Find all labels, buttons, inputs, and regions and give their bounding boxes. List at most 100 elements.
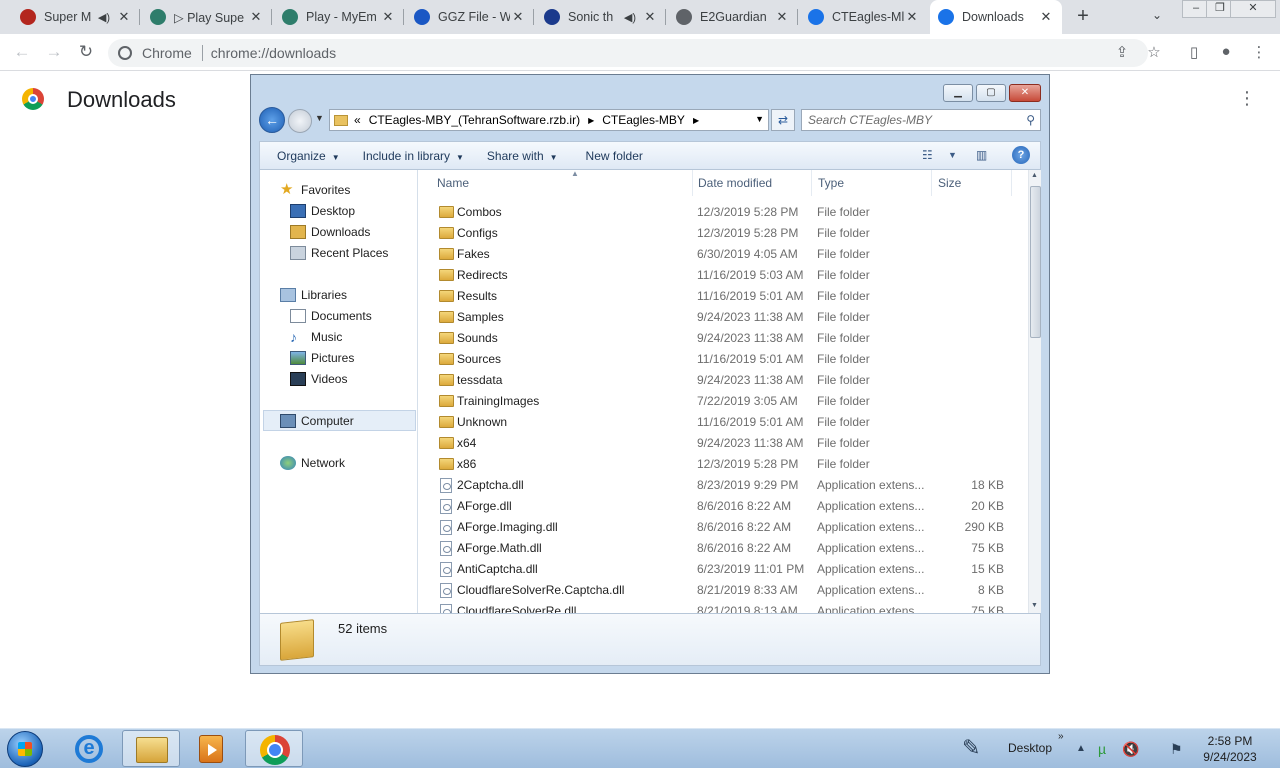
- tab-search-chevron-icon[interactable]: ⌄: [1152, 8, 1162, 22]
- tab-close-icon[interactable]: ✕: [1038, 9, 1054, 25]
- browser-tab[interactable]: Downloads ✕: [930, 0, 1062, 34]
- explorer-titlebar[interactable]: ▁ ▢ ✕: [251, 75, 1049, 105]
- file-row[interactable]: AForge.dll 8/6/2016 8:22 AM Application ex…: [419, 496, 1028, 517]
- file-row[interactable]: Fakes 6/30/2019 4:05 AM File folder: [419, 244, 1028, 265]
- file-row[interactable]: Sounds 9/24/2023 11:38 AM File folder: [419, 328, 1028, 349]
- profile-avatar-icon[interactable]: ●: [1216, 43, 1236, 60]
- nav-favorites[interactable]: ★ Favorites: [280, 180, 350, 200]
- file-row[interactable]: AntiCaptcha.dll 6/23/2019 11:01 PM Applica…: [419, 559, 1028, 580]
- toolbar-expand-icon[interactable]: »: [1058, 731, 1064, 742]
- scroll-up-arrow-icon[interactable]: ▲: [1031, 172, 1038, 179]
- tab-audio-icon[interactable]: ◀): [98, 11, 110, 24]
- system-clock[interactable]: 2:58 PM 9/24/2023: [1190, 733, 1270, 765]
- search-icon[interactable]: ⚲: [1026, 113, 1035, 127]
- desktop-toolbar-label[interactable]: Desktop: [1008, 741, 1052, 755]
- history-dropdown-icon[interactable]: ▼: [315, 113, 324, 123]
- taskbar-internet-explorer[interactable]: e: [60, 730, 118, 767]
- file-row[interactable]: 2Captcha.dll 8/23/2019 9:29 PM Application…: [419, 475, 1028, 496]
- share-with-button[interactable]: Share with ▼: [487, 149, 558, 163]
- file-row[interactable]: Samples 9/24/2023 11:38 AM File folder: [419, 307, 1028, 328]
- browser-tab[interactable]: E2Guardian ✕: [668, 0, 798, 34]
- explorer-close-button[interactable]: ✕: [1009, 84, 1041, 102]
- address-bar[interactable]: Chrome chrome://downloads: [108, 39, 1148, 67]
- site-info-chip[interactable]: Chrome: [108, 45, 202, 61]
- reload-icon[interactable]: ↻: [74, 41, 98, 65]
- file-row[interactable]: TrainingImages 7/22/2019 3:05 AM File fold…: [419, 391, 1028, 412]
- back-arrow-icon[interactable]: ←: [10, 41, 34, 65]
- taskbar-chrome[interactable]: [245, 730, 303, 767]
- browser-tab[interactable]: Play - MyEm ✕: [274, 0, 404, 34]
- bookmark-star-icon[interactable]: ☆: [1144, 43, 1164, 61]
- file-row[interactable]: AForge.Math.dll 8/6/2016 8:22 AM Applicati…: [419, 538, 1028, 559]
- file-row[interactable]: x86 12/3/2019 5:28 PM File folder: [419, 454, 1028, 475]
- nav-documents[interactable]: Documents: [290, 306, 372, 326]
- browser-tab[interactable]: Super M ◀) ✕: [12, 0, 140, 34]
- tab-close-icon[interactable]: ✕: [510, 9, 526, 25]
- nav-network[interactable]: Network: [280, 453, 345, 473]
- chrome-menu-icon[interactable]: ⋮: [1249, 43, 1269, 61]
- file-row[interactable]: Results 11/16/2019 5:01 AM File folder: [419, 286, 1028, 307]
- new-folder-button[interactable]: New folder: [586, 149, 643, 163]
- file-row[interactable]: AForge.Imaging.dll 8/6/2016 8:22 AM Applic…: [419, 517, 1028, 538]
- file-row[interactable]: Combos 12/3/2019 5:28 PM File folder: [419, 202, 1028, 223]
- nav-music[interactable]: ♪ Music: [290, 327, 342, 347]
- browser-tab[interactable]: ▷ Play Supe ✕: [142, 0, 272, 34]
- new-tab-button[interactable]: +: [1072, 6, 1094, 28]
- tab-close-icon[interactable]: ✕: [248, 9, 264, 25]
- file-row[interactable]: CloudflareSolverRe.Captcha.dll 8/21/2019 …: [419, 580, 1028, 601]
- explorer-back-arrow-icon[interactable]: ←: [259, 107, 285, 133]
- nav-recent-places[interactable]: Recent Places: [290, 243, 388, 263]
- torrent-tray-icon[interactable]: µ: [1098, 741, 1106, 757]
- show-hidden-icons-icon[interactable]: ▲: [1076, 743, 1086, 754]
- breadcrumb-current[interactable]: CTEagles-MBY: [602, 113, 685, 127]
- pen-tablet-icon[interactable]: ✎: [962, 735, 980, 761]
- explorer-address-bar[interactable]: « CTEagles-MBY_(TehranSoftware.rzb.ir) ▶…: [329, 109, 769, 131]
- explorer-forward-arrow-icon[interactable]: [288, 109, 312, 133]
- file-row[interactable]: Redirects 11/16/2019 5:03 AM File folder: [419, 265, 1028, 286]
- view-dropdown-icon[interactable]: ▼: [948, 150, 957, 160]
- organize-button[interactable]: Organize ▼: [277, 149, 340, 163]
- tab-close-icon[interactable]: ✕: [116, 9, 132, 25]
- tab-audio-icon[interactable]: ◀): [624, 11, 636, 24]
- share-icon[interactable]: ⇪: [1112, 43, 1132, 61]
- file-row[interactable]: Unknown 11/16/2019 5:01 AM File folder: [419, 412, 1028, 433]
- nav-computer[interactable]: Computer: [280, 411, 354, 431]
- nav-desktop[interactable]: Desktop: [290, 201, 355, 221]
- nav-downloads[interactable]: Downloads: [290, 222, 370, 242]
- include-in-library-button[interactable]: Include in library ▼: [363, 149, 464, 163]
- preview-pane-icon[interactable]: ▥: [976, 148, 987, 162]
- breadcrumb-overflow[interactable]: «: [354, 113, 361, 127]
- explorer-search-input[interactable]: Search CTEagles-MBY ⚲: [801, 109, 1041, 131]
- tab-close-icon[interactable]: ✕: [642, 9, 658, 25]
- forward-arrow-icon[interactable]: →: [42, 41, 66, 65]
- file-row[interactable]: Sources 11/16/2019 5:01 AM File folder: [419, 349, 1028, 370]
- file-row[interactable]: x64 9/24/2023 11:38 AM File folder: [419, 433, 1028, 454]
- side-panel-icon[interactable]: ▯: [1184, 43, 1204, 61]
- downloads-more-actions-icon[interactable]: ⋮: [1238, 88, 1256, 109]
- file-row[interactable]: tessdata 9/24/2023 11:38 AM File folder: [419, 370, 1028, 391]
- file-row[interactable]: Configs 12/3/2019 5:28 PM File folder: [419, 223, 1028, 244]
- volume-muted-icon[interactable]: 🔇: [1122, 741, 1139, 758]
- start-button[interactable]: [7, 731, 43, 767]
- scroll-down-arrow-icon[interactable]: ▼: [1031, 602, 1038, 609]
- tab-close-icon[interactable]: ✕: [380, 9, 396, 25]
- nav-pictures[interactable]: Pictures: [290, 348, 354, 368]
- taskbar-media-player[interactable]: [182, 730, 240, 767]
- tab-close-icon[interactable]: ✕: [904, 9, 920, 25]
- taskbar-windows-explorer[interactable]: [122, 730, 180, 767]
- address-dropdown-icon[interactable]: ▼: [755, 114, 764, 124]
- help-icon[interactable]: ?: [1012, 146, 1030, 164]
- browser-tab[interactable]: Sonic th ◀) ✕: [536, 0, 666, 34]
- explorer-minimize-button[interactable]: ▁: [943, 84, 973, 102]
- nav-libraries[interactable]: Libraries: [280, 285, 347, 305]
- view-options-icon[interactable]: ☷: [922, 148, 933, 162]
- explorer-maximize-button[interactable]: ▢: [976, 84, 1006, 102]
- breadcrumb-arrow-icon[interactable]: ▶: [693, 116, 699, 125]
- action-center-flag-icon[interactable]: ⚑: [1170, 741, 1183, 758]
- scrollbar-thumb[interactable]: [1030, 186, 1041, 338]
- browser-tab[interactable]: CTEagles-Ml ✕: [800, 0, 928, 34]
- file-row[interactable]: CloudflareSolverRe.dll 8/21/2019 8:13 AM A…: [419, 601, 1028, 613]
- tab-close-icon[interactable]: ✕: [774, 9, 790, 25]
- explorer-refresh-icon[interactable]: ⇄: [771, 109, 795, 131]
- close-window-button[interactable]: ✕: [1230, 0, 1276, 18]
